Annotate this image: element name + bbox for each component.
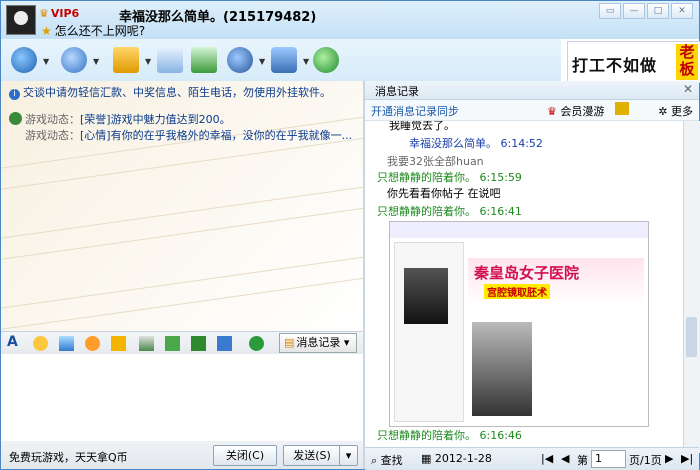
skin-button[interactable]: ▭	[599, 3, 621, 19]
first-page-icon[interactable]: |◀	[541, 452, 553, 465]
ad-badge: 老板	[676, 44, 698, 80]
prev-page-icon[interactable]: ◀	[561, 452, 569, 465]
bottom-bar: 免费玩游戏，天天拿Q币 关闭(C) 发送(S) ▾	[1, 441, 363, 469]
contact-name: 幸福没那么简单。(215179482)	[119, 10, 317, 25]
maximize-button[interactable]: □	[647, 3, 669, 19]
sync-link[interactable]: 开通消息记录同步	[371, 103, 459, 119]
history-title: 消息记录	[375, 85, 419, 98]
close-button[interactable]: 关闭(C)	[213, 445, 277, 466]
history-icon: ▤	[284, 336, 295, 349]
video-icon[interactable]: ▼	[11, 47, 49, 73]
image-photo	[472, 322, 532, 416]
send-options-button[interactable]: ▾	[339, 445, 358, 466]
magic-expression-icon[interactable]	[59, 336, 74, 351]
font-icon[interactable]: A	[7, 334, 22, 350]
gear-icon: ✲	[658, 105, 668, 118]
close-icon[interactable]: ✕	[683, 82, 693, 96]
last-page-icon[interactable]: ▶|	[681, 452, 693, 465]
page-label: 第	[577, 454, 588, 467]
find-button[interactable]: ⌕ 查找	[371, 452, 403, 468]
page-input[interactable]: 1	[591, 450, 626, 468]
voice-icon[interactable]: ▼	[61, 47, 99, 73]
more-options-icon[interactable]	[615, 102, 629, 115]
game-dynamic-2[interactable]: 游戏动态：[心情]有你的在乎我格外的幸福，没你的在乎我就像一...	[25, 127, 352, 143]
history-message: 只想静静的陪着你。 6:15:59	[377, 171, 522, 184]
message-history-button[interactable]: ▤ 消息记录 ▾	[279, 333, 357, 353]
safety-check-icon[interactable]	[249, 336, 264, 351]
calendar-icon: ▦	[421, 452, 432, 465]
more-link[interactable]: ✲ 更多	[658, 103, 693, 119]
send-image-icon[interactable]	[139, 336, 154, 351]
message-history-panel: 消息记录 ✕ 开通消息记录同步 ♛ 会员漫游 ✲ 更多 我睡觉去了。 幸福没那么…	[365, 81, 700, 470]
contact-avatar[interactable]	[6, 5, 36, 35]
safety-icon[interactable]	[313, 47, 339, 73]
search-icon: ⌕	[371, 454, 378, 467]
send-button[interactable]: 发送(S)	[283, 445, 341, 466]
next-page-icon[interactable]: ▶	[665, 452, 673, 465]
history-message: 只想静静的陪着你。 6:16:41	[377, 205, 522, 218]
date-picker[interactable]: ▦ 2012-1-28	[421, 452, 492, 465]
history-message: 我睡觉去了。	[389, 121, 455, 132]
apps-icon[interactable]: ▼	[271, 47, 309, 73]
history-header: 消息记录 ✕	[365, 81, 699, 100]
chat-display[interactable]: i 交谈中请勿轻信汇款、中奖信息、陌生电话，勿使用外挂软件。 游戏动态：[荣誉]游…	[1, 81, 363, 331]
image-header	[390, 222, 648, 238]
info-icon: i	[9, 89, 20, 100]
contact-signature: ★ 怎么还不上网呢?	[41, 24, 146, 38]
image-ad-banner: 秦皇岛女子医院 宫腔镜取胚术	[468, 258, 644, 306]
emoticon-icon[interactable]	[33, 336, 48, 351]
star-icon: ★	[41, 24, 52, 38]
scrollbar-thumb[interactable]	[686, 317, 697, 357]
close-window-button[interactable]: ✕	[671, 3, 693, 19]
image-profile-photo	[404, 268, 448, 324]
member-roaming-link[interactable]: ♛ 会员漫游	[547, 103, 604, 119]
format-toolbar: A ▤ 消息记录 ▾	[1, 331, 363, 354]
crown-icon: ♛	[547, 105, 557, 118]
shared-image[interactable]: 秦皇岛女子医院 宫腔镜取胚术	[389, 221, 649, 427]
history-message: 幸福没那么简单。 6:14:52	[409, 137, 543, 150]
window-controls: ▭ — □ ✕	[599, 3, 693, 19]
chat-window: VIP6 幸福没那么简单。(215179482) ★怎么还不上网呢? ▭ — □…	[0, 0, 700, 470]
title-bar[interactable]: VIP6 幸福没那么简单。(215179482) ★怎么还不上网呢? ▭ — □…	[1, 1, 699, 39]
history-message: 我要32张全部huan	[387, 155, 484, 168]
page-total: 页/1页	[629, 454, 662, 467]
music-icon[interactable]	[165, 336, 180, 351]
music-staff-decoration	[1, 251, 363, 331]
vip-badge: VIP6	[39, 7, 79, 20]
more-tools-icon[interactable]	[217, 336, 232, 351]
file-transfer-icon[interactable]: ▼	[113, 47, 151, 73]
music-staff-decoration	[1, 181, 363, 263]
voice-message-icon[interactable]	[111, 336, 126, 351]
minimize-button[interactable]: —	[623, 3, 645, 19]
history-message: 只想静静的陪着你。 6:16:46	[377, 429, 522, 442]
message-input[interactable]	[1, 354, 363, 441]
history-message: 你先看看你帖子 在说吧	[387, 187, 501, 200]
nudge-icon[interactable]	[85, 336, 100, 351]
advertisement-banner[interactable]: 打工不如做 老板	[567, 41, 700, 83]
screenshot-icon[interactable]	[191, 336, 206, 351]
send-sms-icon[interactable]	[191, 47, 217, 73]
history-scrollbar[interactable]	[683, 121, 700, 453]
game-icon	[9, 112, 22, 125]
history-footer: ⌕ 查找 ▦ 2012-1-28 |◀ ◀ 第 1 页/1页 ▶ ▶|	[365, 447, 699, 470]
remote-assist-icon[interactable]: ▼	[227, 47, 265, 73]
history-messages[interactable]: 我睡觉去了。 幸福没那么简单。 6:14:52 我要32张全部huan 只想静静…	[365, 121, 683, 453]
game-dynamic-1[interactable]: 游戏动态：[荣誉]游戏中魅力值达到200。	[25, 111, 231, 127]
game-promo-link[interactable]: 免费玩游戏，天天拿Q币	[9, 449, 128, 465]
mail-icon[interactable]	[157, 47, 183, 73]
toolbar: ▼ ▼ ▼ ▼ ▼	[1, 39, 561, 81]
history-options: 开通消息记录同步 ♛ 会员漫游 ✲ 更多	[365, 100, 699, 121]
safety-notice: i 交谈中请勿轻信汇款、中奖信息、陌生电话，勿使用外挂软件。	[9, 84, 331, 100]
